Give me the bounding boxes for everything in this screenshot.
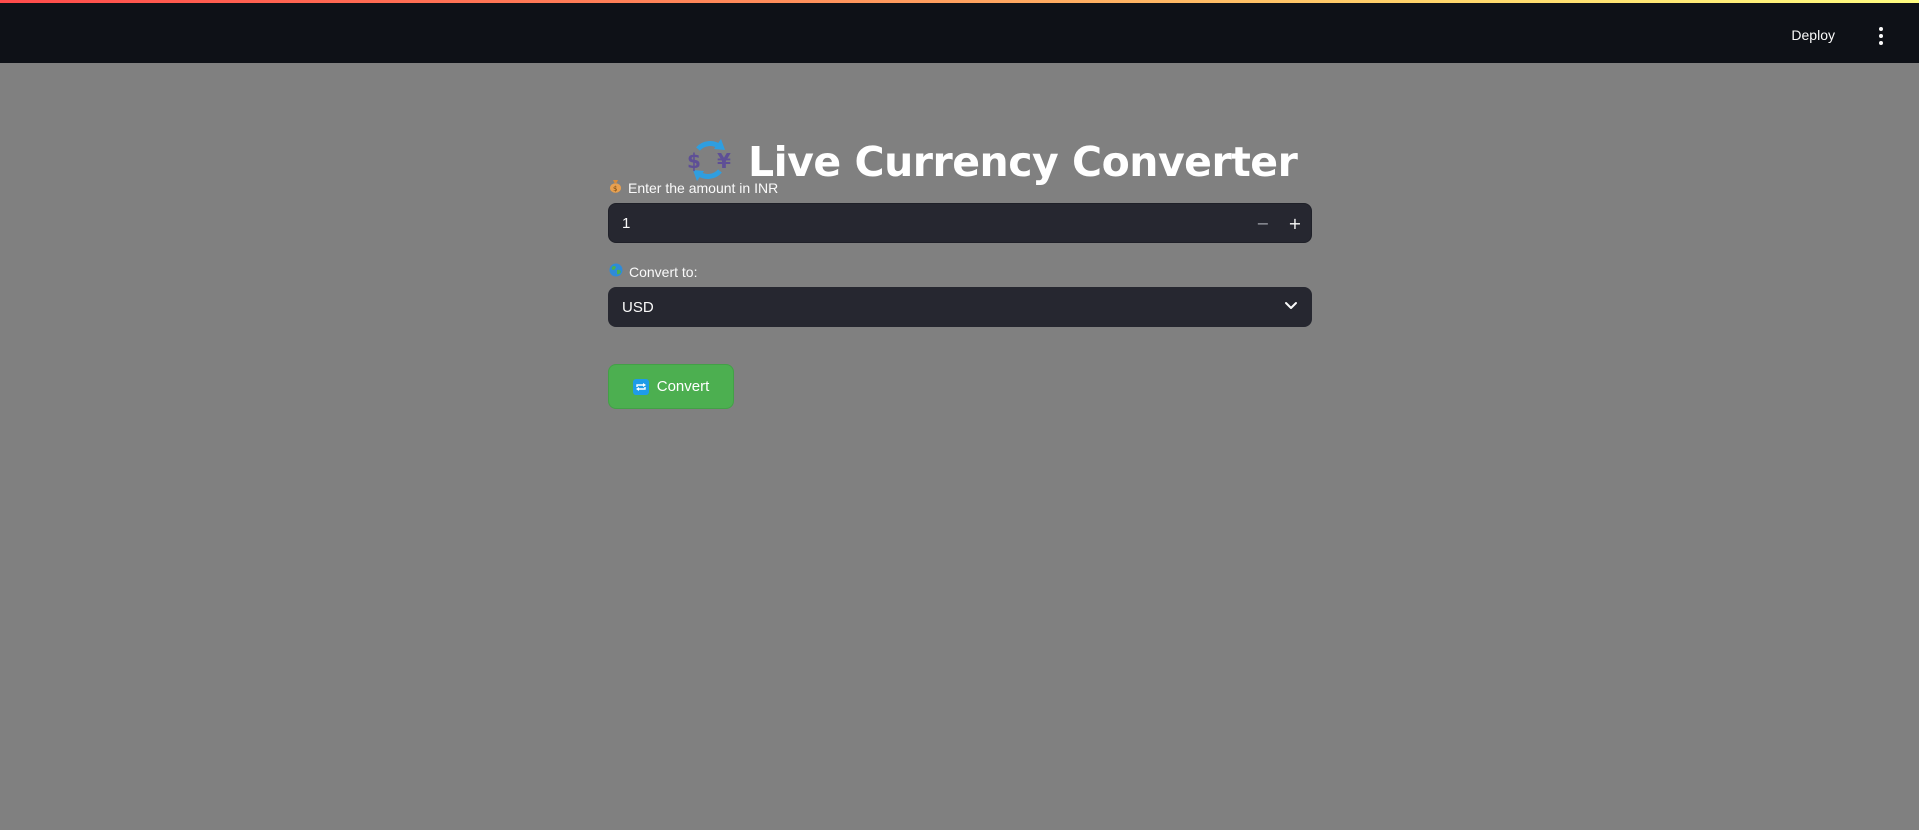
svg-text:$: $	[687, 149, 701, 173]
kebab-menu-icon[interactable]	[1873, 27, 1889, 45]
amount-label-text: Enter the amount in INR	[628, 179, 779, 196]
selected-currency: USD	[622, 298, 654, 316]
increment-button[interactable]: +	[1279, 204, 1311, 242]
currency-select[interactable]: USD	[608, 287, 1312, 327]
convert-button-label: Convert	[656, 378, 710, 395]
globe-icon	[609, 263, 623, 280]
decrement-button[interactable]: −	[1247, 204, 1279, 242]
amount-input[interactable]	[609, 204, 1247, 242]
app-header: Deploy	[0, 0, 1919, 63]
convert-button[interactable]: Convert	[608, 364, 734, 409]
repeat-icon	[632, 378, 649, 395]
currency-label: Convert to:	[609, 263, 697, 280]
money-bag-icon: $	[609, 179, 622, 196]
deploy-button[interactable]: Deploy	[1791, 27, 1835, 43]
svg-text:¥: ¥	[717, 149, 731, 173]
amount-label: $ Enter the amount in INR	[609, 179, 778, 196]
header-decoration	[0, 0, 1919, 3]
title-text: Live Currency Converter	[748, 138, 1298, 186]
amount-number-input: − +	[608, 203, 1312, 243]
currency-label-text: Convert to:	[629, 263, 698, 280]
chevron-down-icon	[1284, 298, 1298, 316]
svg-text:$: $	[613, 185, 617, 193]
